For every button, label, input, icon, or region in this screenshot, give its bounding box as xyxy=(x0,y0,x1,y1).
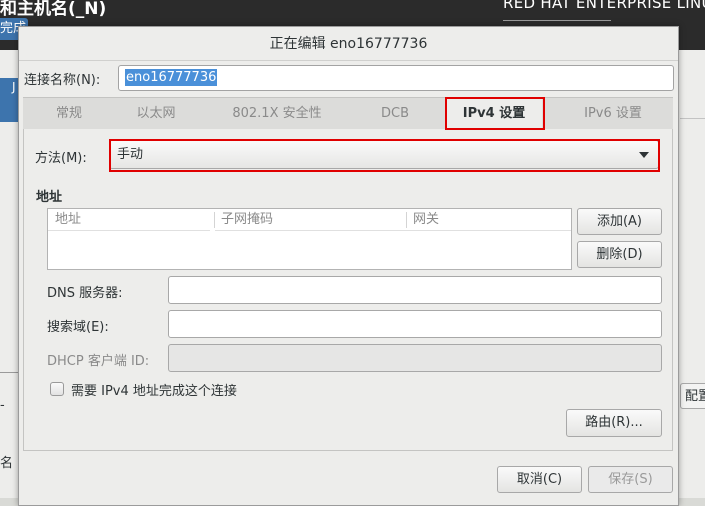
delete-address-button[interactable]: 删除(D) xyxy=(577,241,662,268)
require-ipv4-checkbox[interactable] xyxy=(50,382,64,396)
tab-ipv6-settings[interactable]: IPv6 设置 xyxy=(568,98,658,129)
cancel-button[interactable]: 取消(C) xyxy=(497,466,582,493)
dropdown-arrow-icon xyxy=(639,152,649,158)
save-button[interactable]: 保存(S) xyxy=(588,466,673,493)
method-label: 方法(M): xyxy=(35,151,87,166)
connection-name-label: 连接名称(N): xyxy=(24,73,101,88)
divider xyxy=(680,118,705,119)
configure-button[interactable]: 配置 xyxy=(680,383,705,409)
network-device-label: J xyxy=(12,80,16,94)
installer-title: 和主机名(_N) xyxy=(0,0,107,19)
dialog-title: 正在编辑 eno16777736 xyxy=(19,27,678,61)
dns-servers-label: DNS 服务器: xyxy=(47,286,123,301)
method-value: 手动 xyxy=(117,147,144,162)
tab-ipv4-settings[interactable]: IPv4 设置 xyxy=(446,98,542,130)
hostname-label: 名 xyxy=(0,456,14,471)
dhcp-client-id-input[interactable] xyxy=(168,344,662,372)
tab-dcb[interactable]: DCB xyxy=(367,98,423,129)
search-domains-label: 搜索域(E): xyxy=(47,320,109,335)
address-heading: 地址 xyxy=(36,190,63,205)
method-select[interactable]: 手动 xyxy=(109,140,659,169)
installer-brand: RED HAT ENTERPRISE LINUX xyxy=(503,0,705,12)
dhcp-client-id-label: DHCP 客户端 ID: xyxy=(47,354,150,369)
search-domains-input[interactable] xyxy=(168,310,662,338)
require-ipv4-label: 需要 IPv4 地址完成这个连接 xyxy=(71,384,237,399)
tab-8021x-security[interactable]: 802.1X 安全性 xyxy=(219,98,335,129)
brand-underline xyxy=(503,20,611,21)
address-table[interactable]: 地址 子网掩码 网关 xyxy=(47,208,572,270)
remove-device-button[interactable]: - xyxy=(0,398,5,413)
column-address[interactable]: 地址 xyxy=(48,209,210,231)
add-address-button[interactable]: 添加(A) xyxy=(577,208,662,235)
routes-button[interactable]: 路由(R)... xyxy=(566,409,662,437)
column-netmask[interactable]: 子网掩码 xyxy=(215,209,407,231)
column-gateway[interactable]: 网关 xyxy=(407,209,571,231)
dns-servers-input[interactable] xyxy=(168,276,662,304)
settings-tabs: 常规 以太网 802.1X 安全性 DCB IPv4 设置 IPv6 设置 xyxy=(23,97,673,130)
tab-ethernet[interactable]: 以太网 xyxy=(121,98,191,129)
tab-general[interactable]: 常规 xyxy=(41,98,97,129)
connection-name-input[interactable]: eno16777736 xyxy=(118,65,674,91)
connection-name-value: eno16777736 xyxy=(125,69,218,86)
